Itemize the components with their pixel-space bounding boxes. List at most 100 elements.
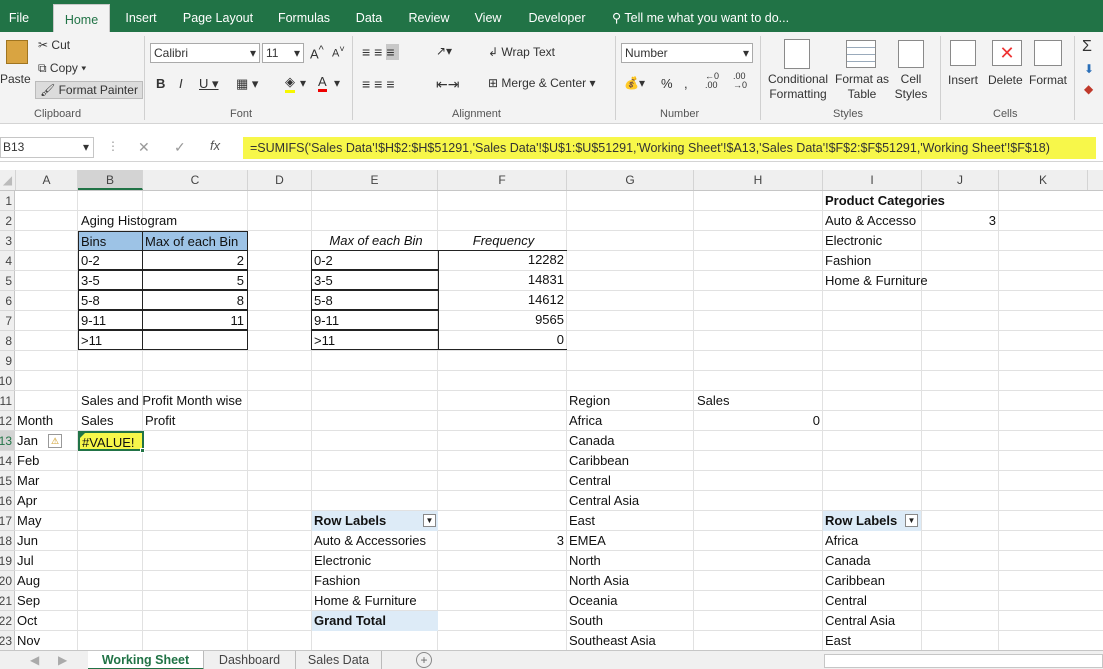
tab-data[interactable]: Data (348, 0, 390, 36)
prev-sheet-icon[interactable]: ◀ (30, 653, 39, 667)
column-header[interactable]: E (312, 170, 438, 190)
tab-formulas[interactable]: Formulas (272, 0, 336, 36)
number-format-select[interactable]: Number ▾ (621, 43, 753, 63)
vertical-align-buttons[interactable]: ≡≡≡ (362, 44, 399, 60)
row-header[interactable]: 20 (0, 571, 15, 591)
cancel-formula-icon[interactable]: ✕ (138, 139, 150, 156)
row-header[interactable]: 18 (0, 531, 15, 551)
row-header[interactable]: 4 (0, 251, 15, 271)
formula-input[interactable]: =SUMIFS('Sales Data'!$H$2:$H$51291,'Sale… (243, 137, 1096, 159)
decrease-decimal-button[interactable]: .00 →0 (733, 72, 747, 90)
increase-decimal-button[interactable]: ←0.00 (705, 72, 719, 90)
name-box[interactable]: B13 ▾ (0, 137, 94, 158)
add-sheet-icon[interactable]: + (416, 652, 432, 668)
column-header[interactable]: J (922, 170, 999, 190)
row-header[interactable]: 3 (0, 231, 15, 251)
underline-button[interactable]: U ▾ (199, 76, 219, 92)
row-header[interactable]: 13 (0, 431, 15, 451)
wrap-text-button[interactable]: ↲ Wrap Text (488, 45, 555, 59)
copy-button[interactable]: ⧉ Copy ▾ (38, 61, 86, 76)
row-header[interactable]: 9 (0, 351, 15, 371)
font-color-button[interactable]: A (318, 74, 327, 92)
row-header[interactable]: 12 (0, 411, 15, 431)
row-header[interactable]: 22 (0, 611, 15, 631)
column-header[interactable]: I (823, 170, 922, 190)
clear-icon[interactable]: ◆ (1084, 82, 1093, 96)
accounting-format-button[interactable]: 💰▾ (624, 76, 645, 90)
row-header[interactable]: 6 (0, 291, 15, 311)
cut-button[interactable]: ✂ Cut (38, 38, 70, 52)
cell-styles-button[interactable]: Cell Styles (890, 72, 932, 102)
filter-dropdown-icon[interactable]: ▼ (905, 514, 918, 527)
row-header[interactable]: 7 (0, 311, 15, 331)
tab-insert[interactable]: Insert (117, 0, 165, 36)
row-header[interactable]: 5 (0, 271, 15, 291)
bold-button[interactable]: B (156, 76, 165, 91)
percent-button[interactable]: % (661, 76, 673, 91)
row-header[interactable]: 1 (0, 191, 15, 211)
insert-function-icon[interactable]: fx (210, 138, 220, 153)
column-header[interactable]: C (143, 170, 248, 190)
orientation-icon[interactable]: ↗▾ (436, 44, 452, 58)
delete-cells-button[interactable]: Delete (988, 73, 1023, 87)
sheet-tab-sales-data[interactable]: Sales Data (296, 651, 382, 669)
row-header[interactable]: 8 (0, 331, 15, 351)
column-header[interactable]: B (78, 170, 143, 190)
tab-developer[interactable]: Developer (522, 0, 592, 36)
autosum-icon[interactable]: Σ (1082, 38, 1092, 56)
row-header[interactable]: 10 (0, 371, 15, 391)
insert-cells-button[interactable]: Insert (948, 73, 978, 87)
row-header[interactable]: 17 (0, 511, 15, 531)
next-sheet-icon[interactable]: ▶ (58, 653, 67, 667)
fill-color-button[interactable]: ◈ (285, 74, 295, 93)
tell-me-box[interactable]: ⚲ Tell me what you want to do... (612, 0, 802, 36)
row-header[interactable]: 2 (0, 211, 15, 231)
fill-icon[interactable]: ⬇ (1084, 62, 1094, 76)
indent-buttons[interactable]: ⇤⇥ (436, 76, 459, 93)
comma-button[interactable]: , (684, 76, 688, 91)
paste-button[interactable]: Paste (0, 72, 31, 86)
column-header[interactable]: A (16, 170, 78, 190)
tab-page-layout[interactable]: Page Layout (176, 0, 260, 36)
merge-center-button[interactable]: ⊞ Merge & Center ▾ (488, 76, 595, 90)
sheet-tab-working-sheet[interactable]: Working Sheet (88, 651, 204, 669)
italic-button[interactable]: I (179, 76, 183, 91)
warning-icon[interactable]: ⚠ (48, 434, 62, 448)
freq-bin-cell: 5-8 (311, 290, 439, 310)
fill-dropdown[interactable]: ▾ (300, 76, 306, 90)
row-header[interactable]: 11 (0, 391, 15, 411)
worksheet-grid[interactable]: Aging Histogram Bins Max of each Bin 0-2… (15, 191, 1103, 650)
row-header[interactable]: 21 (0, 591, 15, 611)
row-header[interactable]: 15 (0, 471, 15, 491)
border-button[interactable]: ▦ ▾ (236, 76, 258, 92)
error-cell-b13[interactable]: #VALUE! (78, 431, 144, 451)
format-as-table-button[interactable]: Format as Table (834, 72, 890, 102)
select-all-corner[interactable]: ◢ (0, 170, 16, 190)
column-header[interactable]: K (999, 170, 1088, 190)
tab-review[interactable]: Review (402, 0, 456, 36)
row-header[interactable]: 23 (0, 631, 15, 651)
enter-formula-icon[interactable]: ✓ (174, 139, 186, 156)
font-size-select[interactable]: 11 ▾ (262, 43, 304, 63)
horizontal-scrollbar[interactable] (824, 654, 1103, 668)
row-header[interactable]: 16 (0, 491, 15, 511)
font-color-dropdown[interactable]: ▾ (334, 76, 340, 90)
sheet-tab-dashboard[interactable]: Dashboard (204, 651, 296, 669)
row-header[interactable]: 19 (0, 551, 15, 571)
tab-file[interactable]: File (0, 0, 38, 36)
tab-view[interactable]: View (466, 0, 510, 36)
font-name-select[interactable]: Calibri ▾ (150, 43, 260, 63)
column-header[interactable]: H (694, 170, 823, 190)
horizontal-align-buttons[interactable]: ≡≡≡ (362, 76, 399, 92)
row-header[interactable]: 14 (0, 451, 15, 471)
column-header[interactable]: F (438, 170, 567, 190)
column-header[interactable]: D (248, 170, 312, 190)
fill-handle[interactable] (140, 448, 145, 453)
shrink-font-button[interactable]: A˅ (332, 44, 345, 60)
column-header[interactable]: G (567, 170, 694, 190)
filter-dropdown-icon[interactable]: ▼ (423, 514, 436, 527)
conditional-formatting-button[interactable]: Conditional Formatting (766, 72, 830, 102)
grow-font-button[interactable]: A^ (310, 44, 324, 61)
format-cells-button[interactable]: Format (1029, 73, 1067, 87)
format-painter-button[interactable]: 🖌 Format Painter (35, 81, 143, 99)
